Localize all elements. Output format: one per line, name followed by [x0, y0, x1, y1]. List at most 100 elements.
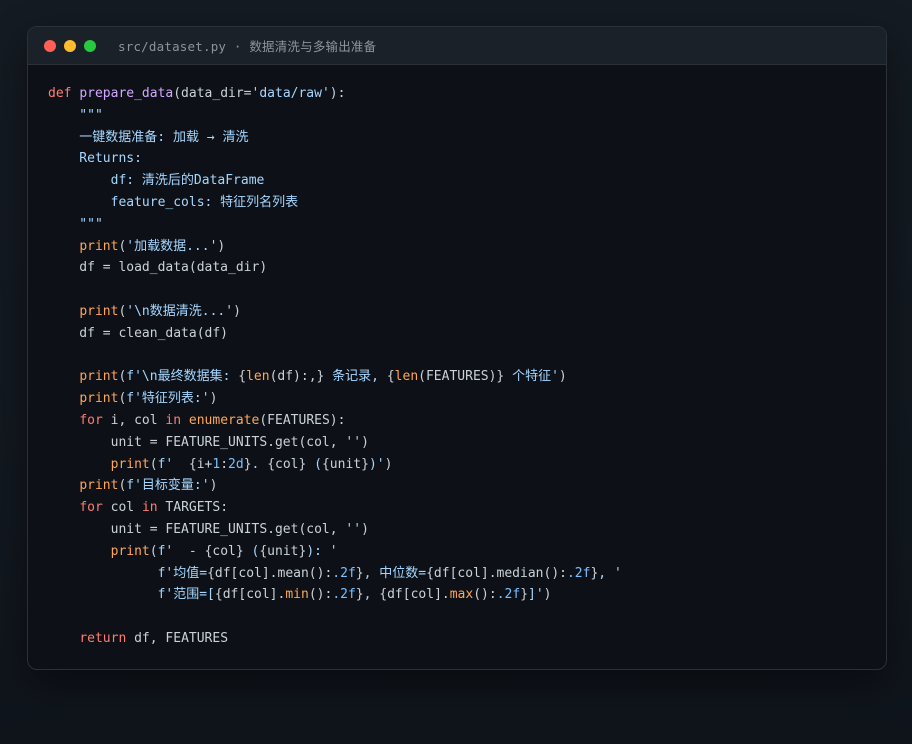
code-token: feature_cols: 特征列名列表	[48, 194, 299, 210]
code-token: }	[520, 587, 529, 603]
code-line: """	[48, 214, 622, 236]
code-token: )	[217, 238, 226, 254]
code-token: , 中位数=	[363, 565, 427, 581]
code-line: df = clean_data(df)	[48, 323, 622, 345]
code-token: (	[243, 543, 260, 559]
code-token: Returns:	[48, 151, 142, 167]
code-token: )	[209, 478, 218, 494]
code-token: in	[165, 412, 182, 428]
code-token: print	[79, 238, 119, 254]
minimize-button[interactable]	[64, 39, 76, 52]
code-token: (FEATURES)}	[418, 369, 505, 385]
window-titlebar: src/dataset.py · 数据清洗与多输出准备	[28, 27, 886, 65]
code-token: in	[141, 500, 158, 516]
code-token: col	[102, 500, 142, 516]
code-token: f'特征列表:'	[126, 391, 210, 407]
code-line: print('\n数据清洗...')	[48, 301, 622, 323]
code-line: unit = FEATURE_UNITS.get(col, '')	[48, 519, 622, 541]
code-token: )	[558, 369, 567, 385]
code-token: ,	[363, 587, 380, 603]
code-token: {col}	[204, 543, 244, 559]
code-token: )	[361, 434, 369, 450]
window-title: src/dataset.py · 数据清洗与多输出准备	[118, 39, 377, 54]
code-token: f' -	[157, 543, 205, 559]
code-token: )	[233, 303, 241, 319]
code-line: print('加载数据...')	[48, 236, 622, 258]
code-token: }	[243, 456, 252, 472]
code-token: unit = FEATURE_UNITS.get(col,	[48, 434, 346, 450]
code-token: for	[79, 412, 103, 428]
code-token: f'	[157, 456, 189, 472]
code-token: print	[110, 456, 150, 472]
code-token: {df[col].	[214, 587, 286, 603]
code-token: {col}	[267, 456, 307, 472]
code-token: (FEATURES):	[259, 412, 346, 428]
code-token: {unit}	[259, 543, 307, 559]
code-window: src/dataset.py · 数据清洗与多输出准备 def prepare_…	[27, 26, 887, 670]
code-line: Returns:	[48, 148, 622, 170]
code-token: """	[48, 107, 103, 123]
code-token: )	[361, 521, 369, 537]
code-token: ():	[308, 587, 333, 603]
code-token: (	[306, 456, 322, 472]
code-token: (	[149, 543, 158, 559]
code-token: f'\n最终数据集:	[126, 369, 239, 385]
code-token: max	[449, 587, 474, 603]
code-token: )	[543, 587, 552, 603]
code-token: (df):,}	[269, 369, 325, 385]
code-line: def prepare_data(data_dir='data/raw'):	[48, 83, 622, 105]
maximize-button[interactable]	[84, 39, 96, 52]
code-token: 'data/raw'	[251, 86, 330, 101]
code-token: {	[238, 369, 247, 385]
code-token: ):	[329, 86, 346, 101]
code-token: unit = FEATURE_UNITS.get(col,	[48, 521, 346, 537]
code-token: enumerate	[188, 412, 260, 428]
code-line: print(f'目标变量:')	[48, 475, 622, 497]
code-token: ''	[345, 521, 362, 537]
code-token: {	[386, 369, 395, 385]
code-token: print	[79, 369, 119, 385]
code-token: :	[220, 456, 229, 472]
code-token: 个特征'	[504, 369, 559, 385]
code-token: (	[149, 456, 158, 472]
code-line: for i, col in enumerate(FEATURES):	[48, 410, 622, 432]
code-token: f'范围=[	[48, 587, 215, 603]
code-line: f'范围=[{df[col].min():.2f}, {df[col].max(…	[48, 584, 622, 606]
code-token: print	[79, 303, 119, 319]
code-token: print	[79, 478, 119, 494]
code-token: f'目标变量:'	[126, 478, 210, 494]
code-token: TARGETS:	[157, 500, 229, 516]
code-line: for col in TARGETS:	[48, 497, 622, 519]
code-token: .2f	[332, 587, 356, 603]
code-token: )	[209, 391, 218, 407]
code-token: 条记录,	[324, 369, 387, 385]
code-token: 一键数据准备: 加载 → 清洗	[48, 129, 249, 145]
code-line: 一键数据准备: 加载 → 清洗	[48, 127, 622, 149]
code-token: {i+	[188, 456, 213, 472]
code-line: f'均值={df[col].mean():.2f}, 中位数={df[col].…	[48, 563, 622, 585]
code-token: df = load_data(data_dir)	[48, 260, 268, 276]
code-line: """	[48, 105, 622, 127]
code-line: print(f'特征列表:')	[48, 388, 622, 410]
code-token: 2d	[228, 456, 244, 472]
code-line: print(f' - {col} ({unit}): '	[48, 541, 622, 563]
close-button[interactable]	[44, 39, 56, 52]
code-line: feature_cols: 特征列名列表	[48, 192, 622, 214]
code-line: print(f'\n最终数据集: {len(df):,} 条记录, {len(F…	[48, 366, 622, 388]
code-token: print	[79, 391, 119, 407]
code-token: ]'	[528, 587, 544, 603]
code-line: df: 清洗后的DataFrame	[48, 170, 622, 192]
code-token: df, FEATURES	[126, 630, 229, 646]
code-token: f'均值=	[48, 565, 208, 581]
code-token: return	[79, 630, 127, 646]
code-editor[interactable]: def prepare_data(data_dir='data/raw'): "…	[48, 83, 622, 650]
code-token: )	[384, 456, 393, 472]
code-token: }	[355, 565, 364, 581]
